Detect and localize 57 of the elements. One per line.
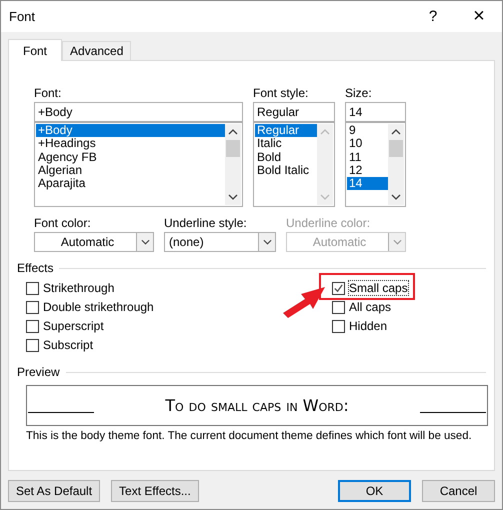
scroll-down-icon[interactable] [391, 194, 401, 200]
dropdown[interactable]: Automatic [34, 232, 154, 252]
checkbox[interactable]: Strikethrough [26, 280, 114, 296]
dialog-button[interactable]: Set As Default [8, 480, 100, 502]
list-item[interactable]: +Body [36, 124, 225, 137]
list-item[interactable]: 9 [347, 124, 388, 137]
check-icon [333, 282, 344, 294]
preview-text: To do small caps in Word: [165, 396, 349, 415]
cancel-button[interactable]: Cancel [422, 480, 495, 502]
caret-icon [392, 239, 402, 245]
scrollbar[interactable] [225, 124, 241, 205]
close-button[interactable]: × [456, 1, 502, 32]
checkbox[interactable]: Superscript [26, 318, 104, 334]
caret-icon [140, 239, 150, 245]
description-text: This is the body theme font. The current document theme defines which font will be used. [26, 430, 473, 442]
scroll-thumb[interactable] [389, 140, 403, 157]
section-title: Preview [17, 365, 60, 379]
input-field[interactable]: 14 [345, 102, 406, 122]
checkbox[interactable]: Double strikethrough [26, 299, 154, 315]
window-title: Font [9, 9, 36, 24]
checkbox[interactable]: Subscript [26, 337, 94, 353]
scroll-down-icon[interactable] [228, 194, 238, 200]
input-field[interactable]: Regular [253, 102, 335, 122]
field-label: Font: [34, 86, 62, 102]
dialog-button[interactable]: Text Effects... [111, 480, 199, 502]
ok-button[interactable]: OK [338, 480, 411, 502]
list-item[interactable]: Agency FB [36, 150, 225, 164]
list-item[interactable]: Bold Italic [255, 164, 317, 177]
tab[interactable]: Font [8, 39, 62, 61]
scroll-up-icon[interactable] [391, 129, 401, 135]
scroll-up-icon[interactable] [228, 129, 238, 135]
list-item[interactable]: 11 [347, 150, 388, 164]
list-item[interactable]: 10 [347, 137, 388, 150]
list-item[interactable]: +Headings [36, 137, 225, 150]
caret-icon [262, 239, 272, 245]
list-item[interactable]: 14 [347, 177, 388, 190]
list-item[interactable]: Italic [255, 137, 317, 150]
list-item[interactable]: 12 [347, 164, 388, 177]
list-item[interactable]: Regular [255, 124, 317, 137]
field-label: Underline style: [164, 216, 248, 232]
checkbox[interactable]: Small caps [332, 280, 408, 296]
field-label: Underline color: [286, 216, 372, 232]
scrollbar[interactable] [388, 124, 404, 205]
list-item[interactable]: Bold [255, 150, 317, 164]
list-item[interactable]: Algerian [36, 164, 225, 177]
scroll-thumb[interactable] [226, 140, 240, 157]
list-item[interactable]: Aparajita [36, 177, 225, 190]
field-label: Font color: [34, 216, 92, 232]
input-field[interactable]: +Body [34, 102, 243, 122]
field-label: Font style: [253, 86, 310, 102]
section-title: Effects [17, 261, 54, 275]
checkbox[interactable]: All caps [332, 299, 392, 315]
field-label: Size: [345, 86, 373, 102]
tab[interactable]: Advanced [62, 41, 132, 60]
dropdown[interactable]: (none) [164, 232, 276, 252]
checkbox[interactable]: Hidden [332, 318, 388, 334]
help-button[interactable]: ? [410, 1, 456, 32]
